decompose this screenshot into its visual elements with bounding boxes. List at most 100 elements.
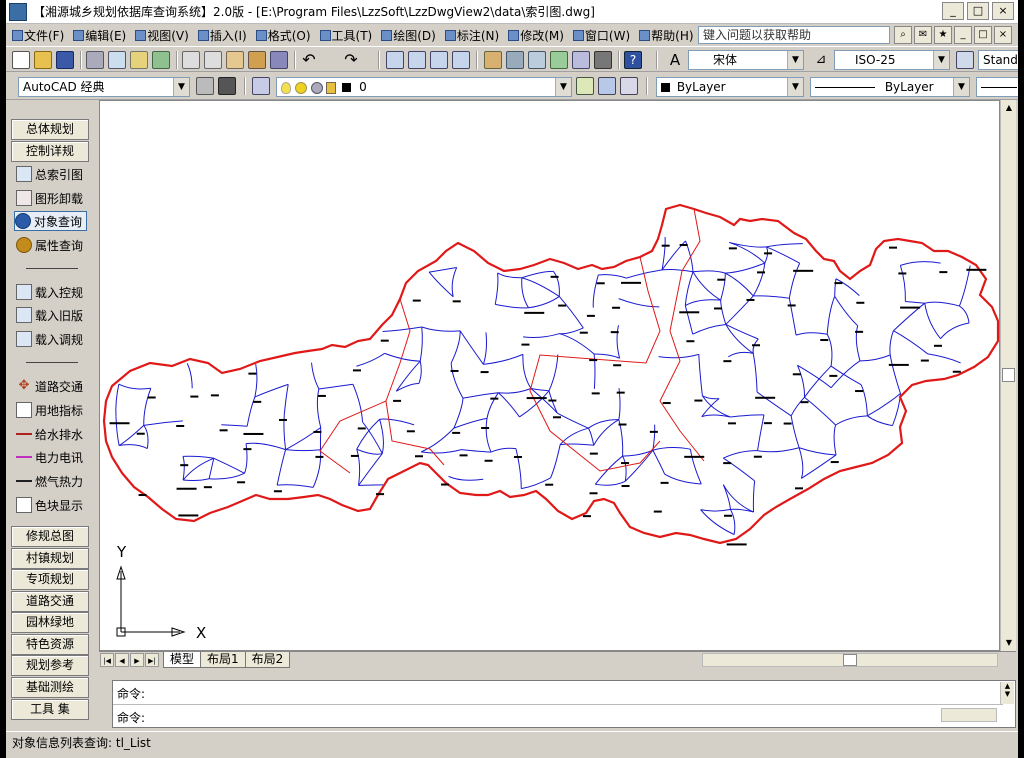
save-icon[interactable] xyxy=(56,51,74,69)
menu-modify[interactable]: 修改(M) xyxy=(506,27,571,44)
block-editor-icon[interactable] xyxy=(270,51,288,69)
layer-on-icon[interactable] xyxy=(281,81,291,94)
preview-icon[interactable] xyxy=(108,51,126,69)
sidebar-btn-site-plan[interactable]: 修规总图 xyxy=(11,526,89,547)
maximize-button[interactable]: □ xyxy=(967,2,989,20)
properties-icon[interactable] xyxy=(484,51,502,69)
font-select[interactable]: 宋体 ▼ xyxy=(688,50,804,70)
sidebar-btn-traffic[interactable]: 道路交通 xyxy=(11,591,89,612)
layer-thaw-icon[interactable] xyxy=(294,81,307,94)
scroll-up-icon[interactable]: ▲ xyxy=(1001,100,1017,116)
layer-states-icon[interactable] xyxy=(620,77,638,95)
table-style-icon[interactable] xyxy=(956,51,974,69)
open-icon[interactable] xyxy=(34,51,52,69)
menu-file[interactable]: 文件(F) xyxy=(10,27,71,44)
menu-window[interactable]: 窗口(W) xyxy=(571,27,637,44)
make-current-layer-icon[interactable] xyxy=(576,77,594,95)
publish-icon[interactable] xyxy=(130,51,148,69)
layer-lock-icon[interactable] xyxy=(326,81,337,94)
sidebar-btn-village-plan[interactable]: 村镇规划 xyxy=(11,548,89,569)
layer-manager-icon[interactable] xyxy=(252,77,270,95)
first-tab-icon[interactable]: |◀ xyxy=(100,653,114,667)
match-properties-icon[interactable] xyxy=(248,51,266,69)
paste-icon[interactable] xyxy=(226,51,244,69)
chevron-down-icon[interactable]: ▼ xyxy=(555,78,571,96)
sidebar-btn-planning-reference[interactable]: 规划参考 xyxy=(11,655,89,676)
search-icon[interactable]: ⌕ xyxy=(894,26,912,44)
communication-icon[interactable]: ✉ xyxy=(914,26,932,44)
sidebar-item-object-query[interactable]: 对象查询 xyxy=(14,211,88,231)
doc-close-button[interactable]: × xyxy=(994,26,1012,44)
sidebar-item-index-map[interactable]: 总索引图 xyxy=(16,164,83,184)
sidebar-item-power[interactable]: 电力电讯 xyxy=(16,447,83,467)
linetype-select[interactable]: ByLayer ▼ xyxy=(810,77,970,97)
next-tab-icon[interactable]: ▶ xyxy=(130,653,144,667)
menu-insert[interactable]: 插入(I) xyxy=(196,27,254,44)
sidebar-item-landuse[interactable]: 用地指标 xyxy=(16,400,83,420)
print-icon[interactable] xyxy=(86,51,104,69)
sidebar-item-load-adjust[interactable]: 载入调规 xyxy=(16,329,83,349)
tab-layout1[interactable]: 布局1 xyxy=(200,652,246,668)
sheet-set-icon[interactable] xyxy=(550,51,568,69)
doc-restore-button[interactable]: □ xyxy=(974,26,992,44)
chevron-down-icon[interactable]: ▼ xyxy=(787,78,803,96)
sidebar-item-gas[interactable]: 燃气热力 xyxy=(16,471,83,491)
zoom-realtime-icon[interactable] xyxy=(408,51,426,69)
redo-icon[interactable]: ↷ xyxy=(342,51,360,69)
workspace-select[interactable]: AutoCAD 经典 ▼ xyxy=(18,77,190,97)
horizontal-scrollbar[interactable] xyxy=(702,653,998,667)
menu-help[interactable]: 帮助(H) xyxy=(637,27,700,44)
chevron-down-icon[interactable]: ▼ xyxy=(933,51,949,69)
last-tab-icon[interactable]: ▶| xyxy=(145,653,159,667)
sidebar-btn-green[interactable]: 园林绿地 xyxy=(11,612,89,633)
prev-tab-icon[interactable]: ◀ xyxy=(115,653,129,667)
undo-icon[interactable]: ↶ xyxy=(300,51,318,69)
color-select[interactable]: ByLayer ▼ xyxy=(656,77,804,97)
scroll-thumb[interactable] xyxy=(1002,368,1015,382)
layer-viewport-icon[interactable] xyxy=(310,81,323,94)
sidebar-item-color-block[interactable]: 色块显示 xyxy=(16,495,83,515)
new-icon[interactable] xyxy=(12,51,30,69)
vertical-scrollbar[interactable]: ▲ ▼ xyxy=(1000,100,1016,651)
sidebar-item-property-query[interactable]: 属性查询 xyxy=(16,235,83,255)
menu-edit[interactable]: 编辑(E) xyxy=(71,27,133,44)
sidebar-btn-toolset[interactable]: 工具 集 xyxy=(11,699,89,720)
command-window[interactable]: 命令: 命令: ▲ ▼ xyxy=(112,680,1016,728)
layer-select[interactable]: 0 ▼ xyxy=(276,77,572,97)
command-hscrollbar[interactable] xyxy=(941,708,997,722)
layer-previous-icon[interactable] xyxy=(598,77,616,95)
tab-layout2[interactable]: 布局2 xyxy=(244,652,291,668)
sidebar-item-load-old[interactable]: 载入旧版 xyxy=(16,305,83,325)
command-scrollbar[interactable]: ▲ ▼ xyxy=(1000,682,1014,704)
sidebar-btn-detailed-plan[interactable]: 控制详规 xyxy=(11,141,89,162)
text-style-select[interactable]: Standard xyxy=(978,50,1018,70)
dim-style-select[interactable]: ISO-25 ▼ xyxy=(834,50,950,70)
sidebar-item-unload[interactable]: 图形卸载 xyxy=(16,188,83,208)
sidebar-btn-feature-resources[interactable]: 特色资源 xyxy=(11,634,89,655)
command-input[interactable]: 命令: xyxy=(117,709,145,726)
zoom-window-icon[interactable] xyxy=(430,51,448,69)
sidebar-btn-base-survey[interactable]: 基础测绘 xyxy=(11,677,89,698)
sidebar-btn-master-plan[interactable]: 总体规划 xyxy=(11,119,89,140)
close-button[interactable]: × xyxy=(992,2,1014,20)
text-style-icon[interactable]: A xyxy=(666,51,684,69)
tool-palettes-icon[interactable] xyxy=(528,51,546,69)
lineweight-select[interactable] xyxy=(976,77,1018,97)
calculator-icon[interactable] xyxy=(594,51,612,69)
tab-model[interactable]: 模型 xyxy=(163,652,202,668)
sidebar-item-water[interactable]: 给水排水 xyxy=(16,424,83,444)
workspace-settings-icon[interactable] xyxy=(196,77,214,95)
copy-icon[interactable] xyxy=(204,51,222,69)
drawing-canvas[interactable]: Y X xyxy=(99,100,1000,651)
etransmit-icon[interactable] xyxy=(152,51,170,69)
chevron-down-icon[interactable]: ▼ xyxy=(787,51,803,69)
sidebar-item-load-control[interactable]: 载入控规 xyxy=(16,282,83,302)
doc-minimize-button[interactable]: _ xyxy=(954,26,972,44)
zoom-previous-icon[interactable] xyxy=(452,51,470,69)
menu-view[interactable]: 视图(V) xyxy=(133,27,196,44)
dim-style-icon[interactable]: ⊿ xyxy=(812,51,830,69)
pan-icon[interactable] xyxy=(386,51,404,69)
hscroll-thumb[interactable] xyxy=(843,654,857,666)
help-icon[interactable]: ? xyxy=(624,51,642,69)
design-center-icon[interactable] xyxy=(506,51,524,69)
